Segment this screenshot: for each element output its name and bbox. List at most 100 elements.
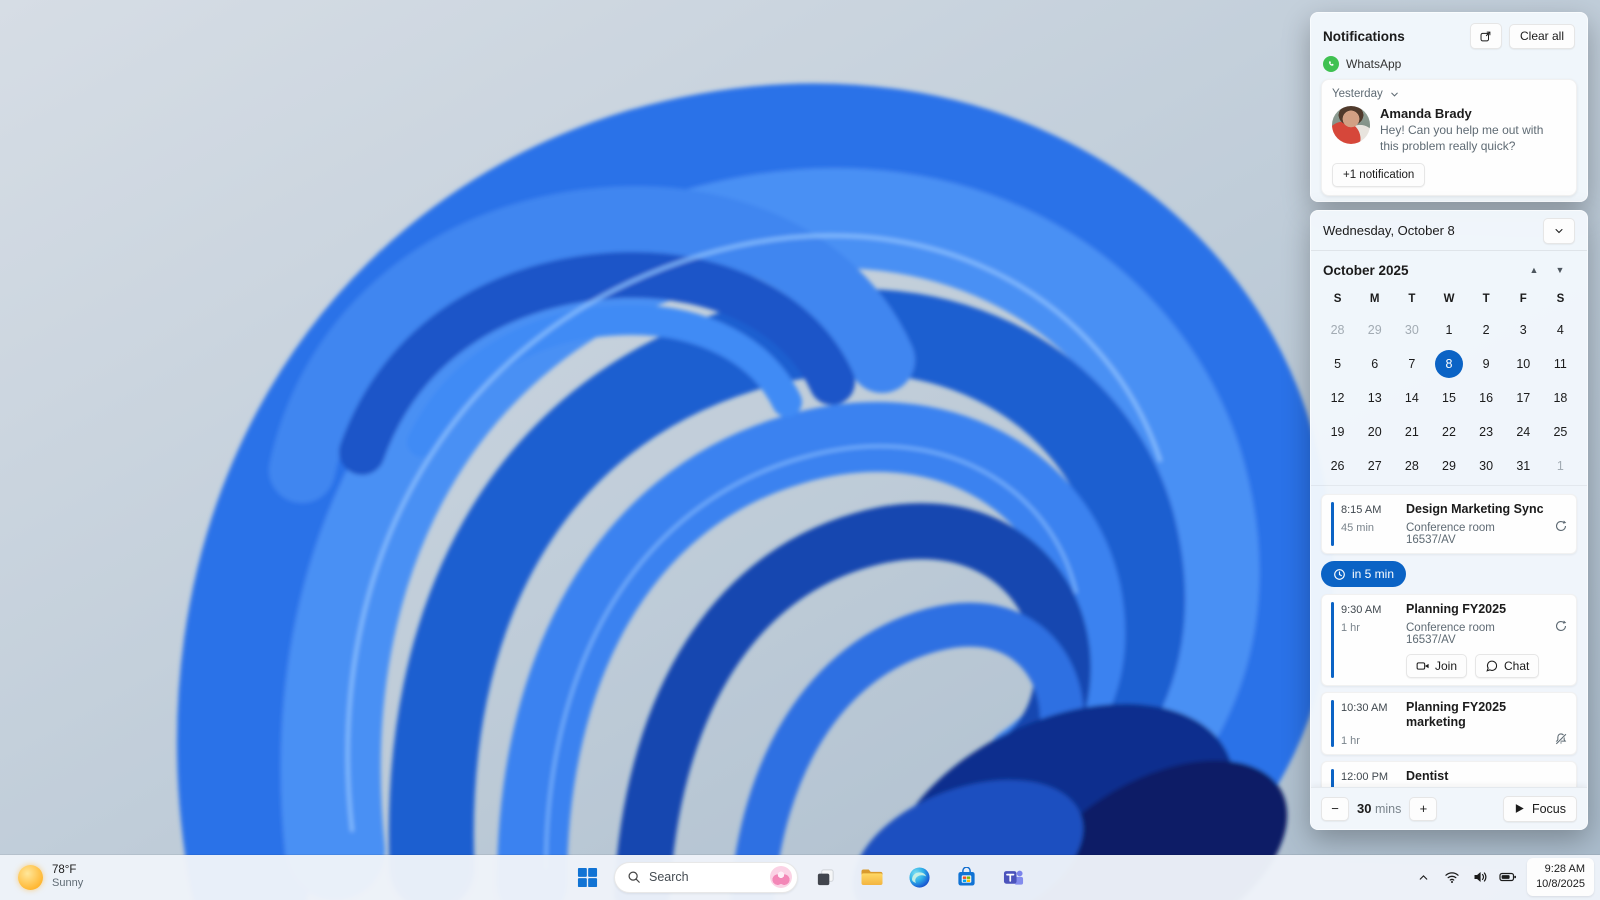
microsoft-store-button[interactable] [946, 857, 986, 897]
event-location: Conference room 16537/AV [1406, 622, 1495, 646]
chat-button[interactable]: Chat [1475, 654, 1540, 678]
calendar-day[interactable]: 20 [1356, 415, 1393, 449]
calendar-day-number: 19 [1330, 425, 1345, 439]
event-duration: 45 min [1341, 522, 1375, 534]
event-title: Planning FY2025 marketing [1406, 700, 1507, 729]
focus-start-button[interactable]: Focus [1502, 795, 1577, 822]
calendar-next-month-button[interactable]: ▼ [1547, 265, 1573, 275]
teams-button[interactable] [993, 857, 1033, 897]
calendar-day[interactable]: 3 [1505, 313, 1542, 347]
event-card[interactable]: 8:15 AM Design Marketing Sync 45 min Confer… [1321, 494, 1577, 554]
start-button[interactable] [567, 857, 607, 897]
calendar-day[interactable]: 26 [1319, 449, 1356, 483]
calendar-grid: S M T W T F S 28 29 30 1 2 3 4 5 6 7 8 9 10 11 12 13 14 15 16 17 18… [1311, 285, 1587, 483]
calendar-day[interactable]: 14 [1393, 381, 1430, 415]
clock[interactable]: 9:28 AM 10/8/2025 [1527, 857, 1594, 897]
notification-settings-button[interactable] [1469, 23, 1502, 49]
calendar-day[interactable]: 4 [1542, 313, 1579, 347]
calendar-day[interactable]: 1 [1430, 313, 1467, 347]
file-explorer-button[interactable] [852, 857, 892, 897]
event-card[interactable]: 9:30 AM Planning FY2025 1 hr Conference roo… [1321, 594, 1577, 686]
agenda-list[interactable]: 8:15 AM Design Marketing Sync 45 min Confer… [1311, 485, 1587, 787]
calendar-day-selected[interactable]: 8 [1430, 347, 1467, 381]
weather-condition: Sunny [52, 877, 84, 890]
calendar-day[interactable]: 5 [1319, 347, 1356, 381]
repeat-icon [1548, 517, 1568, 533]
calendar-day-number: 2 [1482, 323, 1490, 337]
edge-button[interactable] [899, 857, 939, 897]
calendar-day[interactable]: 27 [1356, 449, 1393, 483]
calendar-day-number: 22 [1442, 425, 1456, 439]
hidden-icons-button[interactable] [1411, 862, 1436, 892]
notification-message-body: Amanda Brady Hey! Can you help me out wi… [1380, 106, 1562, 154]
join-button[interactable]: Join [1406, 654, 1468, 678]
calendar-prev-month-button[interactable]: ▲ [1521, 265, 1547, 275]
calendar-day[interactable]: 1 [1542, 449, 1579, 483]
calendar-day-number: 18 [1553, 391, 1568, 405]
calendar-day[interactable]: 30 [1468, 449, 1505, 483]
calendar-day[interactable]: 13 [1356, 381, 1393, 415]
search-box[interactable]: Search [614, 861, 798, 893]
calendar-day[interactable]: 19 [1319, 415, 1356, 449]
clock-icon [1333, 568, 1346, 581]
calendar-day[interactable]: 28 [1393, 449, 1430, 483]
calendar-day-of-week: F [1519, 293, 1527, 305]
more-notifications-button[interactable]: +1 notification [1332, 163, 1426, 188]
calendar-day[interactable]: 29 [1356, 313, 1393, 347]
calendar-day[interactable]: 22 [1430, 415, 1467, 449]
wifi-button[interactable] [1439, 862, 1464, 892]
calendar-day[interactable]: 9 [1468, 347, 1505, 381]
calendar-day[interactable]: 17 [1505, 381, 1542, 415]
calendar-day[interactable]: 12 [1319, 381, 1356, 415]
clock-time: 9:28 AM [1544, 862, 1585, 875]
weather-temperature: 78°F [52, 863, 77, 876]
calendar-day[interactable]: 31 [1505, 449, 1542, 483]
event-card[interactable]: 12:00 PMDentist1 hrRedmond Dentistry [1321, 761, 1577, 787]
calendar-day[interactable]: 21 [1393, 415, 1430, 449]
calendar-day-number: 30 [1479, 459, 1494, 473]
task-view-button[interactable] [805, 857, 845, 897]
calendar-day-of-week: M [1369, 293, 1380, 305]
focus-decrease-button[interactable]: − [1321, 796, 1349, 821]
calendar-panel: Wednesday, October 8 October 2025 ▲ ▼ S M… [1310, 210, 1588, 830]
focus-increase-button[interactable]: + [1409, 796, 1438, 821]
calendar-day[interactable]: 23 [1468, 415, 1505, 449]
notification-group-row[interactable]: Yesterday [1332, 88, 1566, 100]
notification-card[interactable]: Yesterday Amanda Brady Hey! Can you help… [1321, 79, 1577, 197]
action-label: Join [1435, 659, 1458, 673]
calendar-day[interactable]: 11 [1542, 347, 1579, 381]
calendar-day[interactable]: 7 [1393, 347, 1430, 381]
calendar-day[interactable]: 16 [1468, 381, 1505, 415]
calendar-day[interactable]: 30 [1393, 313, 1430, 347]
calendar-day[interactable]: 10 [1505, 347, 1542, 381]
event-actions: Join Chat [1406, 654, 1545, 678]
calendar-day[interactable]: 2 [1468, 313, 1505, 347]
calendar-collapse-button[interactable] [1543, 217, 1575, 244]
event-time: 9:30 AM [1341, 604, 1382, 616]
calendar-day-number: 11 [1553, 357, 1567, 371]
calendar-day[interactable]: 25 [1542, 415, 1579, 449]
calendar-day-number: 31 [1516, 459, 1531, 473]
calendar-day[interactable]: 29 [1430, 449, 1467, 483]
event-card[interactable]: 10:30 AM Planning FY2025 marketing 1 hr [1321, 692, 1577, 755]
calendar-day[interactable]: 28 [1319, 313, 1356, 347]
calendar-day-number: 6 [1371, 357, 1379, 371]
task-view-icon [817, 868, 834, 885]
calendar-day[interactable]: 18 [1542, 381, 1579, 415]
calendar-day[interactable]: 24 [1505, 415, 1542, 449]
clear-all-button[interactable]: Clear all [1508, 23, 1575, 49]
weather-widget[interactable]: 78°F Sunny [8, 857, 93, 897]
event-location: Conference room 16537/AV [1406, 522, 1495, 546]
calendar-day[interactable]: 15 [1430, 381, 1467, 415]
calendar-month-header: October 2025 [1323, 262, 1409, 278]
action-label: Chat [1504, 659, 1530, 673]
focus-bar: − 30 mins + Focus [1311, 787, 1587, 829]
calendar-day-number: 15 [1442, 391, 1456, 405]
calendar-day[interactable]: 6 [1356, 347, 1393, 381]
focus-duration: 30 mins [1357, 801, 1401, 816]
event-title: Design Marketing Sync [1406, 502, 1544, 516]
event-accent-bar [1331, 769, 1334, 787]
battery-button[interactable] [1495, 862, 1520, 892]
volume-button[interactable] [1467, 862, 1492, 892]
calendar-day-number: 4 [1556, 323, 1564, 337]
